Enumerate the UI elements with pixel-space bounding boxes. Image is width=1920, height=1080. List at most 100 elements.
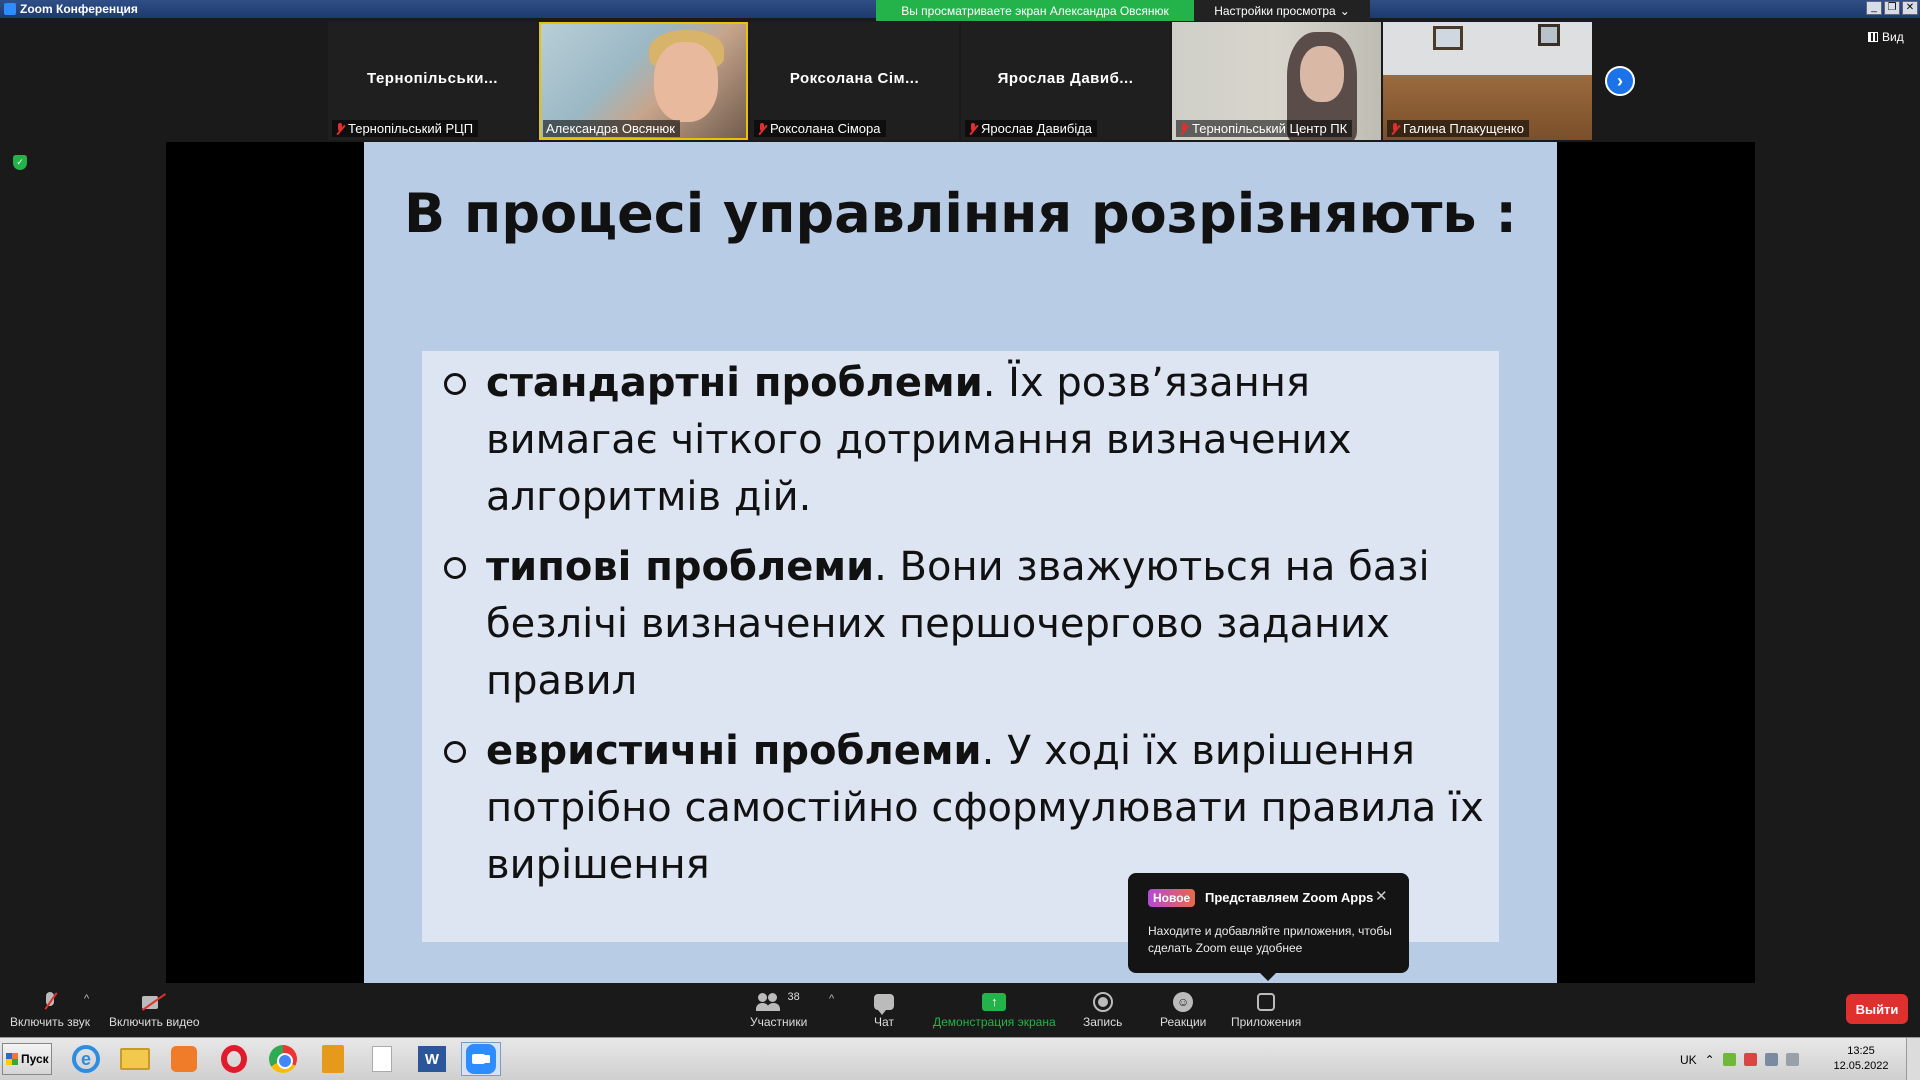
internet-explorer-icon: e	[72, 1045, 100, 1073]
bullet-circle-icon	[444, 557, 466, 579]
bullet-circle-icon	[444, 741, 466, 763]
video-feed-face	[654, 42, 718, 122]
unmute-label: Включить звук	[10, 1015, 91, 1029]
restore-button[interactable]: ❐	[1884, 1, 1900, 15]
participant-tile[interactable]: Роксолана Сім... Роксолана Сімора	[750, 22, 959, 140]
participant-tile[interactable]: Тернопільськи... Тернопільський РЦП	[328, 22, 537, 140]
gallery-next-page-button[interactable]: ›	[1605, 66, 1635, 96]
record-button[interactable]: Запись	[1083, 989, 1122, 1029]
reactions-button[interactable]: ☺ Реакции	[1160, 989, 1206, 1029]
start-button[interactable]: Пуск	[2, 1043, 52, 1075]
participant-tile-active-speaker[interactable]: Александра Овсянюк	[539, 22, 748, 140]
system-tray: UK ⌃	[1680, 1038, 1799, 1080]
presentation-slide: В процесі управління розрізняють : станд…	[364, 142, 1557, 983]
taskbar-blank-file[interactable]	[362, 1042, 402, 1076]
participant-label: Тернопільський РЦП	[332, 120, 479, 137]
mic-muted-icon	[1179, 122, 1189, 135]
chevron-right-icon: ›	[1617, 70, 1623, 91]
participant-label: Галина Плакущенко	[1387, 120, 1529, 137]
zoom-icon	[466, 1044, 496, 1074]
zoom-apps-notification: Новое Представляем Zoom Apps ✕ Находите …	[1128, 873, 1409, 981]
taskbar-opera[interactable]	[214, 1042, 254, 1076]
participant-label-text: Галина Плакущенко	[1403, 121, 1524, 136]
taskbar-internet-explorer[interactable]: e	[66, 1042, 106, 1076]
participant-label-text: Тернопільський Центр ПК	[1192, 121, 1348, 136]
view-settings-label: Настройки просмотра	[1214, 3, 1336, 18]
mic-muted-icon	[757, 122, 767, 135]
notification-title: Представляем Zoom Apps	[1205, 890, 1374, 905]
bullet-circle-icon	[444, 373, 466, 395]
bullet-term: евристичні проблеми	[486, 728, 982, 774]
view-button[interactable]: Вид	[1868, 30, 1904, 44]
view-button-label: Вид	[1882, 30, 1904, 44]
taskbar-word[interactable]: W	[412, 1042, 452, 1076]
taskbar-document-app[interactable]	[313, 1042, 353, 1076]
apps-button[interactable]: Приложения	[1231, 989, 1301, 1029]
slide-title: В процесі управління розрізняють :	[404, 182, 1517, 245]
zoom-window: Zoom Конференция Вы просматриваете экран…	[0, 0, 1920, 1080]
apps-label: Приложения	[1231, 1015, 1302, 1029]
window-title: Zoom Конференция	[20, 2, 138, 16]
participants-options-caret-icon[interactable]: ^	[829, 993, 834, 1005]
clock-time: 13:25	[1847, 1045, 1875, 1057]
taskbar-chrome[interactable]	[263, 1042, 303, 1076]
taskbar-zoom[interactable]	[461, 1042, 501, 1076]
window-controls: _ ❐ ✕	[1866, 1, 1918, 15]
share-screen-button[interactable]: ↑ Демонстрация экрана	[933, 989, 1056, 1029]
record-label: Запись	[1083, 1015, 1123, 1029]
network-icon[interactable]	[1764, 1053, 1778, 1066]
tray-action-center-icon[interactable]	[1743, 1053, 1757, 1066]
new-badge: Новое	[1148, 889, 1196, 907]
participant-tile[interactable]: Тернопільський Центр ПК	[1172, 22, 1381, 140]
mic-muted-icon	[335, 122, 345, 135]
participant-tile[interactable]: Галина Плакущенко	[1383, 22, 1592, 140]
chat-icon	[874, 994, 894, 1015]
clock-date: 12.05.2022	[1833, 1060, 1889, 1072]
slide-content-box: стандартні проблеми. Їх розв’язання вима…	[422, 351, 1499, 942]
language-indicator[interactable]: UK	[1680, 1053, 1697, 1067]
close-icon[interactable]: ✕	[1375, 887, 1388, 905]
tray-app-icon[interactable]	[1722, 1053, 1736, 1066]
start-video-label: Включить видео	[109, 1015, 200, 1029]
participant-tile[interactable]: Ярослав Давиб... Ярослав Давибіда	[961, 22, 1170, 140]
unmute-button[interactable]: Включить звук	[10, 989, 90, 1029]
participant-label-text: Тернопільський РЦП	[348, 121, 474, 136]
participant-label-text: Александра Овсянюк	[546, 121, 675, 136]
taskbar-media-player[interactable]	[164, 1042, 204, 1076]
taskbar-file-explorer[interactable]	[115, 1042, 155, 1076]
participant-name-large: Роксолана Сім...	[789, 70, 920, 87]
close-window-button[interactable]: ✕	[1902, 1, 1918, 15]
minimize-button[interactable]: _	[1866, 1, 1882, 15]
bullet-text: типові проблеми. Вони зважуються на базі…	[486, 539, 1484, 710]
bullet-term: стандартні проблеми	[486, 360, 983, 406]
view-settings-dropdown[interactable]: Настройки просмотра ⌄	[1194, 0, 1370, 21]
participants-icon	[755, 993, 782, 1011]
bullet-term: типові проблеми	[486, 544, 875, 590]
opera-icon	[221, 1045, 247, 1073]
document-app-icon	[322, 1045, 344, 1073]
start-video-button[interactable]: Включить видео	[109, 989, 200, 1029]
camera-off-icon	[142, 994, 166, 1010]
record-icon	[1092, 992, 1113, 1012]
bullet-text: евристичні проблеми. У ході їх вирішення…	[486, 723, 1484, 894]
video-feed-face	[1300, 46, 1344, 102]
leave-button[interactable]: Выйти	[1846, 994, 1908, 1024]
chevron-down-icon: ⌄	[1339, 3, 1350, 18]
encryption-shield-icon[interactable]: ✓	[13, 155, 27, 170]
participant-name-large: Ярослав Давиб...	[997, 70, 1134, 87]
participant-label-text: Роксолана Сімора	[770, 121, 881, 136]
participants-button[interactable]: 38 Участники	[750, 989, 807, 1029]
shared-screen: В процесі управління розрізняють : станд…	[166, 142, 1755, 983]
show-desktop-button[interactable]	[1906, 1038, 1920, 1080]
apps-icon	[1257, 993, 1276, 1011]
chat-button[interactable]: Чат	[874, 989, 894, 1029]
participant-label: Ярослав Давибіда	[965, 120, 1098, 137]
meeting-toolbar: Включить звук ^ Включить видео 38 Участн…	[0, 983, 1920, 1037]
participants-label: Участники	[750, 1015, 808, 1029]
grid-view-icon	[1868, 32, 1878, 42]
system-clock[interactable]: 13:25 12.05.2022	[1826, 1044, 1896, 1074]
tray-expand-icon[interactable]: ⌃	[1705, 1053, 1715, 1067]
audio-options-caret-icon[interactable]: ^	[84, 993, 89, 1005]
bullet-text: стандартні проблеми. Їх розв’язання вима…	[486, 355, 1484, 526]
volume-icon[interactable]	[1785, 1053, 1799, 1066]
